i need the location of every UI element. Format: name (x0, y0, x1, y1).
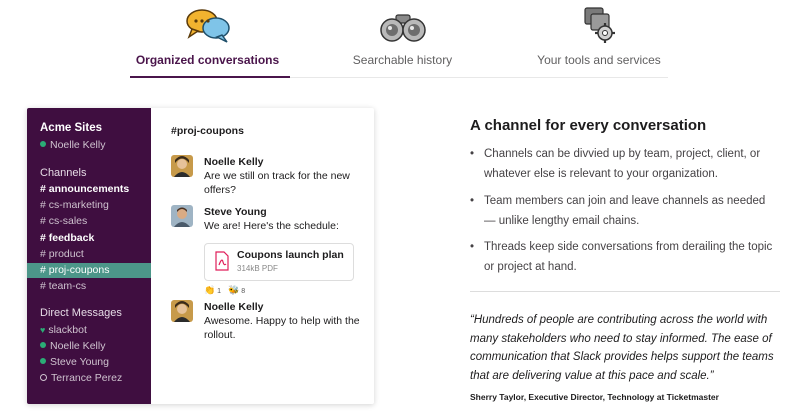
bee-icon: 🐝 (228, 285, 240, 295)
bullet-text: Channels can be divvied up by team, proj… (484, 148, 761, 180)
bullet-dot-icon: • (470, 241, 475, 253)
dm-terrance-perez[interactable]: Terrance Perez (27, 371, 151, 386)
message-body: Noelle Kelly Awesome. Happy to help with… (204, 300, 374, 342)
message-author[interactable]: Noelle Kelly (204, 300, 374, 314)
reaction-bee[interactable]: 🐝 8 (228, 285, 245, 296)
message-text: Are we still on track for the new offers… (204, 170, 350, 196)
dm-label: Terrance Perez (51, 372, 123, 384)
dm-label: Noelle Kelly (50, 340, 106, 352)
message-text: Awesome. Happy to help with the rollout. (204, 315, 360, 341)
tab-divider (290, 77, 668, 78)
sidebar: Acme Sites Noelle Kelly Channels # annou… (27, 108, 151, 404)
presence-online-icon (40, 342, 46, 349)
sidebar-item-proj-coupons[interactable]: # proj-coupons (27, 263, 151, 278)
tab-label: Your tools and services (537, 53, 661, 67)
quote-attribution: Sherry Taylor, Executive Director, Techn… (470, 392, 719, 402)
bullet-dot-icon: • (470, 148, 475, 160)
sidebar-item-feedback[interactable]: # feedback (27, 231, 151, 246)
file-meta: 314kB PDF (237, 264, 278, 273)
avatar[interactable] (171, 205, 193, 227)
dm-label: Steve Young (50, 356, 109, 368)
message-body: Steve Young We are! Here's the schedule: (204, 205, 374, 233)
presence-online-icon (40, 358, 46, 365)
workspace-name[interactable]: Acme Sites (40, 122, 102, 134)
reaction-count: 8 (241, 288, 246, 295)
message-author[interactable]: Steve Young (204, 205, 374, 219)
file-name: Coupons launch plan (237, 249, 344, 261)
binoculars-icon (379, 14, 426, 42)
channels-header[interactable]: Channels (40, 167, 86, 179)
reaction-count: 1 (217, 288, 222, 295)
dm-steve-young[interactable]: Steve Young (27, 355, 151, 370)
bullet-text: Team members can join and leave channels… (484, 195, 766, 227)
divider (470, 291, 780, 292)
feature-tabs: Organized conversations Searchable histo… (0, 0, 800, 80)
bullet-dot-icon: • (470, 195, 475, 207)
file-attachment[interactable]: Coupons launch plan 314kB PDF (204, 243, 354, 281)
dm-label: slackbot (48, 324, 87, 336)
direct-messages-header[interactable]: Direct Messages (40, 307, 122, 319)
tab-tools-and-services[interactable]: Your tools and services (510, 0, 688, 78)
sidebar-item-product[interactable]: # product (27, 247, 151, 262)
dm-slackbot[interactable]: ♥ slackbot (27, 323, 151, 338)
gear-tools-icon (584, 7, 615, 43)
pdf-icon (215, 251, 229, 271)
reaction-clap[interactable]: 👏 1 (204, 285, 221, 296)
tab-searchable-history[interactable]: Searchable history (320, 0, 485, 78)
sidebar-item-announcements[interactable]: # announcements (27, 182, 151, 197)
tab-organized-conversations[interactable]: Organized conversations (130, 0, 285, 78)
current-user-name: Noelle Kelly (50, 139, 106, 151)
avatar[interactable] (171, 155, 193, 177)
section-title: A channel for every conversation (470, 117, 707, 134)
channel-title[interactable]: #proj-coupons (171, 125, 244, 137)
customer-quote: “Hundreds of people are contributing acr… (470, 314, 774, 382)
reactions: 👏 1 🐝 8 (204, 285, 250, 296)
sidebar-item-cs-sales[interactable]: # cs-sales (27, 214, 151, 229)
message-body: Noelle Kelly Are we still on track for t… (204, 155, 374, 197)
sidebar-item-cs-marketing[interactable]: # cs-marketing (27, 198, 151, 213)
sidebar-item-team-cs[interactable]: # team-cs (27, 279, 151, 294)
message-author[interactable]: Noelle Kelly (204, 155, 374, 169)
bullet-text: Threads keep side conversations from der… (484, 241, 773, 273)
presence-away-icon (40, 373, 47, 381)
slack-app-preview: Acme Sites Noelle Kelly Channels # annou… (27, 108, 374, 404)
message-text: We are! Here's the schedule: (204, 220, 339, 232)
heart-icon: ♥ (40, 325, 46, 335)
avatar[interactable] (171, 300, 193, 322)
active-tab-indicator (130, 76, 290, 78)
chat-bubbles-icon (185, 9, 230, 43)
presence-online-icon (40, 141, 46, 148)
channel-view: #proj-coupons Noelle Kelly Are we still … (151, 108, 374, 404)
current-user: Noelle Kelly (40, 139, 105, 151)
tab-label: Searchable history (352, 53, 453, 67)
tab-label: Organized conversations (135, 53, 280, 67)
clap-icon: 👏 (204, 285, 216, 295)
dm-noelle-kelly[interactable]: Noelle Kelly (27, 339, 151, 354)
